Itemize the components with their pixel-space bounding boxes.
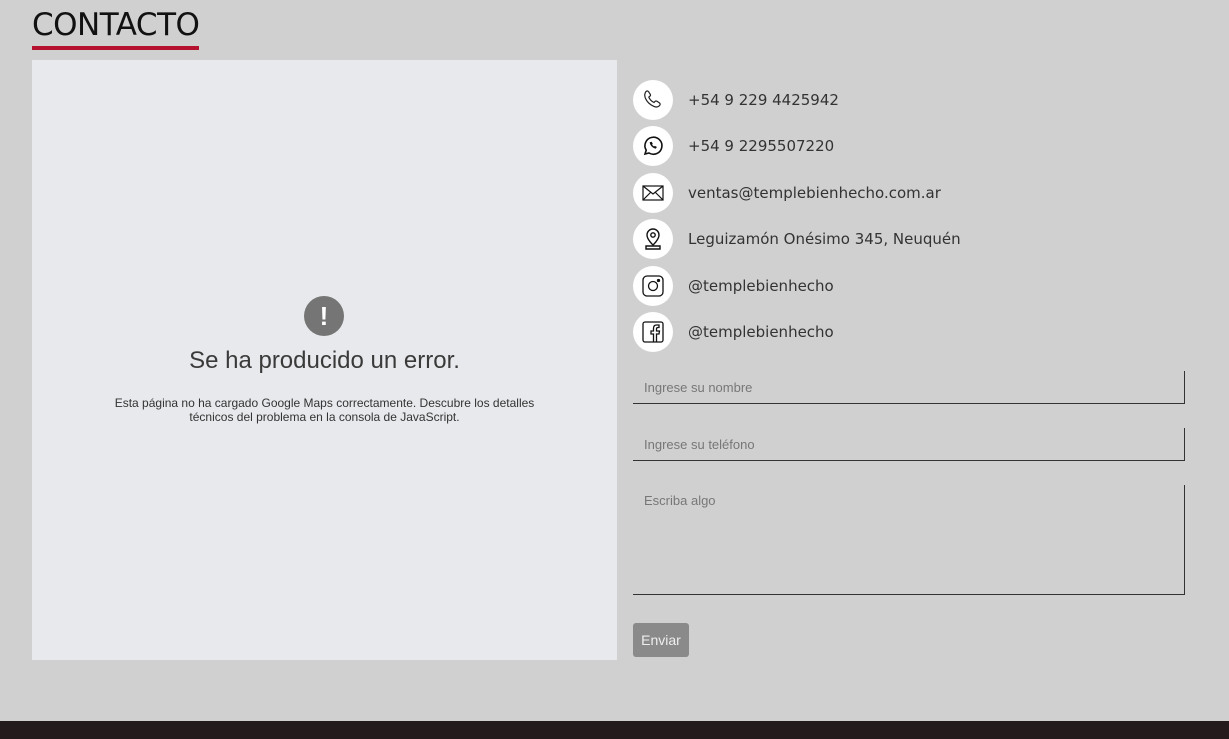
contact-instagram[interactable]: @templebienhecho <box>633 266 1193 306</box>
contact-facebook-text: @templebienhecho <box>688 323 834 341</box>
contact-phone[interactable]: +54 9 229 4425942 <box>633 80 1193 120</box>
message-field[interactable] <box>633 485 1185 595</box>
footer-bar <box>0 721 1229 739</box>
error-icon: ! <box>304 296 344 336</box>
send-button[interactable]: Enviar <box>633 623 689 657</box>
contact-email[interactable]: ventas@templebienhecho.com.ar <box>633 173 1193 213</box>
phone-icon <box>633 80 673 120</box>
contact-phone-text: +54 9 229 4425942 <box>688 91 839 109</box>
phone-field[interactable] <box>633 428 1185 461</box>
location-pin-icon <box>633 219 673 259</box>
whatsapp-icon <box>633 126 673 166</box>
contact-instagram-text: @templebienhecho <box>688 277 834 295</box>
map-error-description: Esta página no ha cargado Google Maps co… <box>114 396 535 424</box>
instagram-icon <box>633 266 673 306</box>
contact-whatsapp-text: +54 9 2295507220 <box>688 137 835 155</box>
facebook-icon <box>633 312 673 352</box>
contact-whatsapp[interactable]: +54 9 2295507220 <box>633 126 1193 166</box>
contact-email-text: ventas@templebienhecho.com.ar <box>688 184 941 202</box>
map-error-title: Se ha producido un error. <box>189 347 460 374</box>
mail-icon <box>633 173 673 213</box>
map-panel[interactable]: ! Se ha producido un error. Esta página … <box>32 60 617 660</box>
section-title: CONTACTO <box>32 7 200 50</box>
contact-address[interactable]: Leguizamón Onésimo 345, Neuquén <box>633 219 1193 259</box>
name-field[interactable] <box>633 371 1185 404</box>
contact-address-text: Leguizamón Onésimo 345, Neuquén <box>688 230 961 248</box>
contact-facebook[interactable]: @templebienhecho <box>633 312 1193 352</box>
